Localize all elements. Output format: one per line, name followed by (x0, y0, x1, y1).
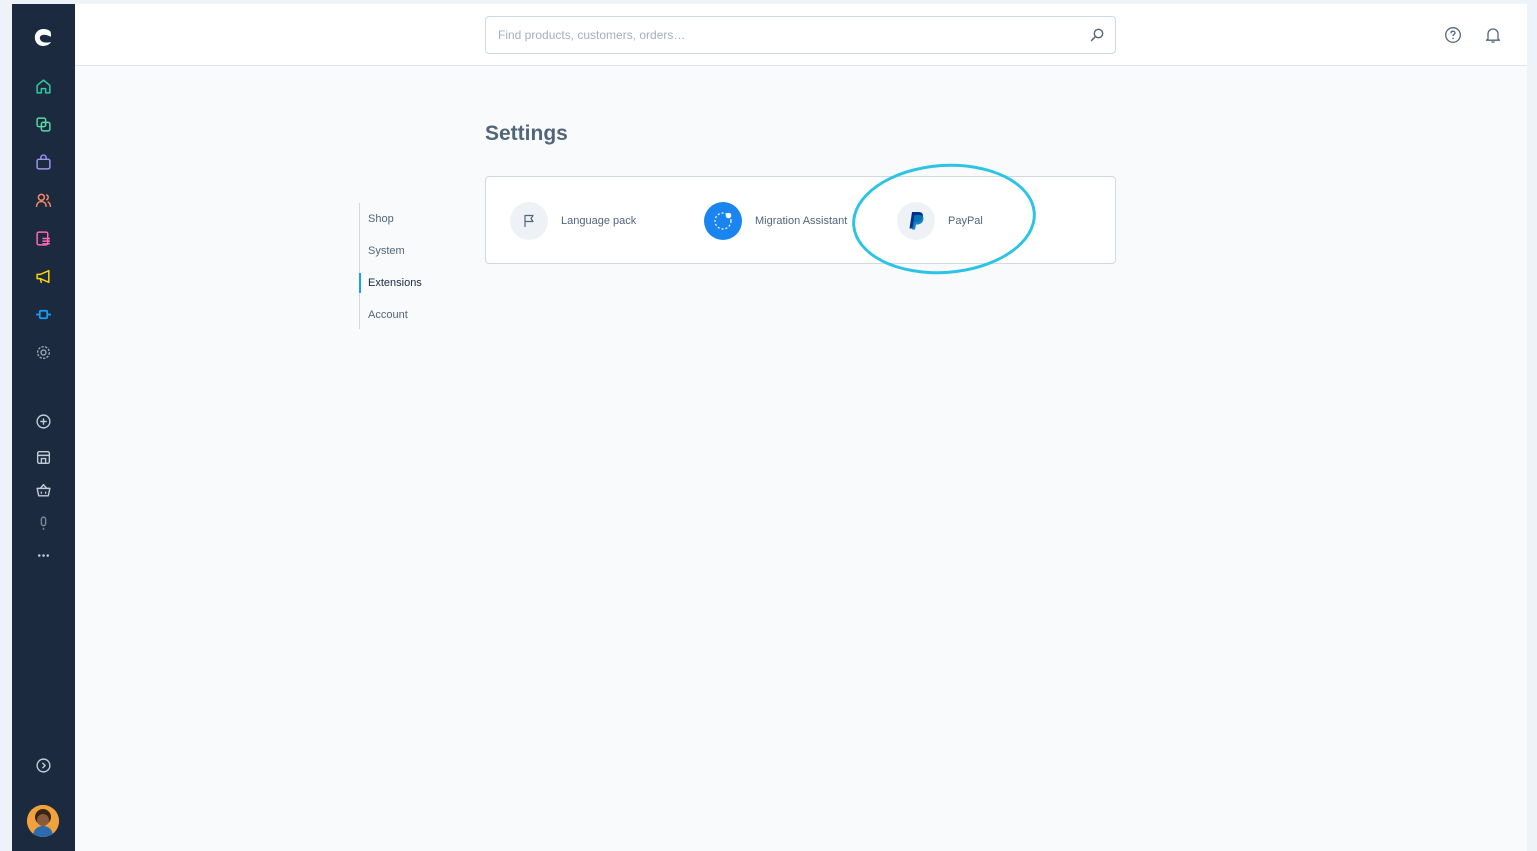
help-icon[interactable] (1444, 26, 1462, 44)
tab-account[interactable]: Account (360, 305, 450, 325)
storefront-icon[interactable] (31, 445, 55, 469)
flag-icon (510, 202, 548, 240)
voice-icon[interactable] (31, 511, 55, 535)
orders-icon[interactable] (31, 150, 55, 174)
shopware-logo-icon[interactable] (25, 20, 61, 56)
search-input[interactable] (486, 17, 1076, 53)
bell-icon[interactable] (1484, 26, 1502, 44)
top-bar (75, 4, 1527, 66)
add-circle-icon[interactable] (31, 409, 55, 433)
tab-shop[interactable]: Shop (360, 209, 450, 229)
sidebar (12, 4, 75, 851)
settings-icon[interactable] (31, 340, 55, 364)
tab-extensions[interactable]: Extensions (359, 273, 449, 293)
marketing-icon[interactable] (31, 264, 55, 288)
migration-icon (704, 202, 742, 240)
migration-assistant-label: Migration Assistant (755, 215, 848, 227)
content-icon[interactable] (31, 226, 55, 250)
catalogues-icon[interactable] (31, 112, 55, 136)
settings-tabs: Shop System Extensions Account (359, 203, 449, 329)
dashboard-icon[interactable] (31, 74, 55, 98)
page-title: Settings (485, 122, 568, 145)
language-pack-label: Language pack (561, 215, 637, 227)
search-icon[interactable] (1089, 27, 1105, 43)
chevron-circle-icon[interactable] (31, 753, 55, 777)
avatar[interactable] (27, 805, 59, 837)
customers-icon[interactable] (31, 188, 55, 212)
global-search (485, 16, 1116, 54)
more-icon[interactable] (31, 543, 55, 567)
admin-window: Settings Shop System Extensions Account … (12, 4, 1527, 851)
tab-system[interactable]: System (360, 241, 450, 261)
language-pack-item[interactable]: Language pack (510, 201, 636, 241)
basket-icon[interactable] (31, 478, 55, 502)
extensions-icon[interactable] (31, 302, 55, 326)
migration-assistant-item[interactable]: Migration Assistant (704, 201, 847, 241)
